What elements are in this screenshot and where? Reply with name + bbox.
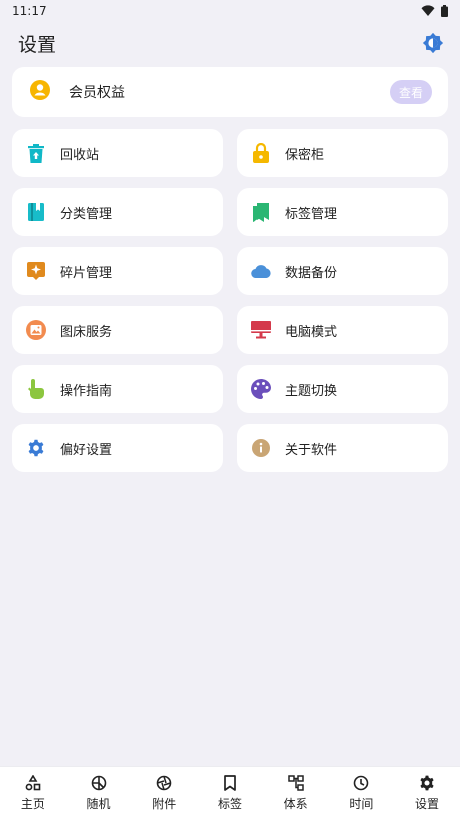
tile-label: 电脑模式 [285,324,338,340]
tile-recycle-bin[interactable]: 回收站 [12,129,223,177]
cloud-icon [251,261,271,281]
hierarchy-icon [287,774,305,792]
nav-home[interactable]: 主页 [3,774,63,812]
lock-icon [251,143,271,163]
sparkle-icon [26,261,46,281]
clock-icon [352,774,370,792]
tile-label: 保密柜 [285,147,325,163]
user-icon [30,80,50,104]
tile-vault[interactable]: 保密柜 [237,129,448,177]
tile-label: 碎片管理 [60,265,113,281]
tile-label: 标签管理 [285,206,338,222]
tile-label: 分类管理 [60,206,113,222]
shapes-icon [24,774,42,792]
member-label: 会员权益 [69,85,125,101]
nav-system[interactable]: 体系 [266,774,326,812]
nav-settings[interactable]: 设置 [397,774,457,812]
settings-grid: 回收站 保密柜 分类管理 标签管理 碎片管理 数据备份 图床服务 电脑模式 操作… [12,129,448,483]
nav-label: 体系 [283,797,308,811]
tile-data-backup[interactable]: 数据备份 [237,247,448,295]
nav-label: 标签 [217,797,242,811]
tile-fragment-management[interactable]: 碎片管理 [12,247,223,295]
page-title: 设置 [18,33,57,56]
tile-label: 图床服务 [60,324,113,340]
monitor-icon [251,320,271,340]
book-icon [26,202,46,222]
tile-label: 关于软件 [285,442,338,458]
tile-preferences[interactable]: 偏好设置 [12,424,223,472]
random-icon [90,774,108,792]
brightness-icon[interactable] [422,32,444,54]
nav-time[interactable]: 时间 [331,774,391,812]
tile-label: 偏好设置 [60,442,113,458]
nav-label: 随机 [86,797,111,811]
aperture-icon [155,774,173,792]
nav-tags[interactable]: 标签 [200,774,260,812]
header: 设置 [0,26,460,60]
tile-user-guide[interactable]: 操作指南 [12,365,223,413]
status-bar: 11:17 [0,0,460,22]
nav-attachments[interactable]: 附件 [134,774,194,812]
tile-category-management[interactable]: 分类管理 [12,188,223,236]
bookmarks-icon [251,202,271,222]
tile-label: 回收站 [60,147,100,163]
bookmark-icon [221,774,239,792]
status-icons [421,5,448,17]
status-time: 11:17 [12,4,47,18]
tile-desktop-mode[interactable]: 电脑模式 [237,306,448,354]
view-button[interactable]: 查看 [390,80,432,104]
bottom-nav: 主页 随机 附件 标签 体系 时间 设置 [0,766,460,819]
tile-image-hosting[interactable]: 图床服务 [12,306,223,354]
settings-icon [418,774,436,792]
nav-label: 时间 [349,797,374,811]
palette-icon [251,379,271,399]
tile-tag-management[interactable]: 标签管理 [237,188,448,236]
nav-label: 设置 [415,797,440,811]
tile-label: 操作指南 [60,383,113,399]
member-benefits-card[interactable]: 会员权益 查看 [12,67,448,117]
info-icon [251,438,271,458]
nav-label: 主页 [20,797,45,811]
tile-label: 数据备份 [285,265,338,281]
trash-icon [26,143,46,163]
nav-label: 附件 [152,797,177,811]
wifi-icon [421,5,435,16]
tile-about[interactable]: 关于软件 [237,424,448,472]
tile-theme-switch[interactable]: 主题切换 [237,365,448,413]
gear-icon [26,438,46,458]
image-icon [26,320,46,340]
battery-icon [441,5,448,17]
hand-pointer-icon [26,379,46,399]
nav-random[interactable]: 随机 [69,774,129,812]
tile-label: 主题切换 [285,383,338,399]
